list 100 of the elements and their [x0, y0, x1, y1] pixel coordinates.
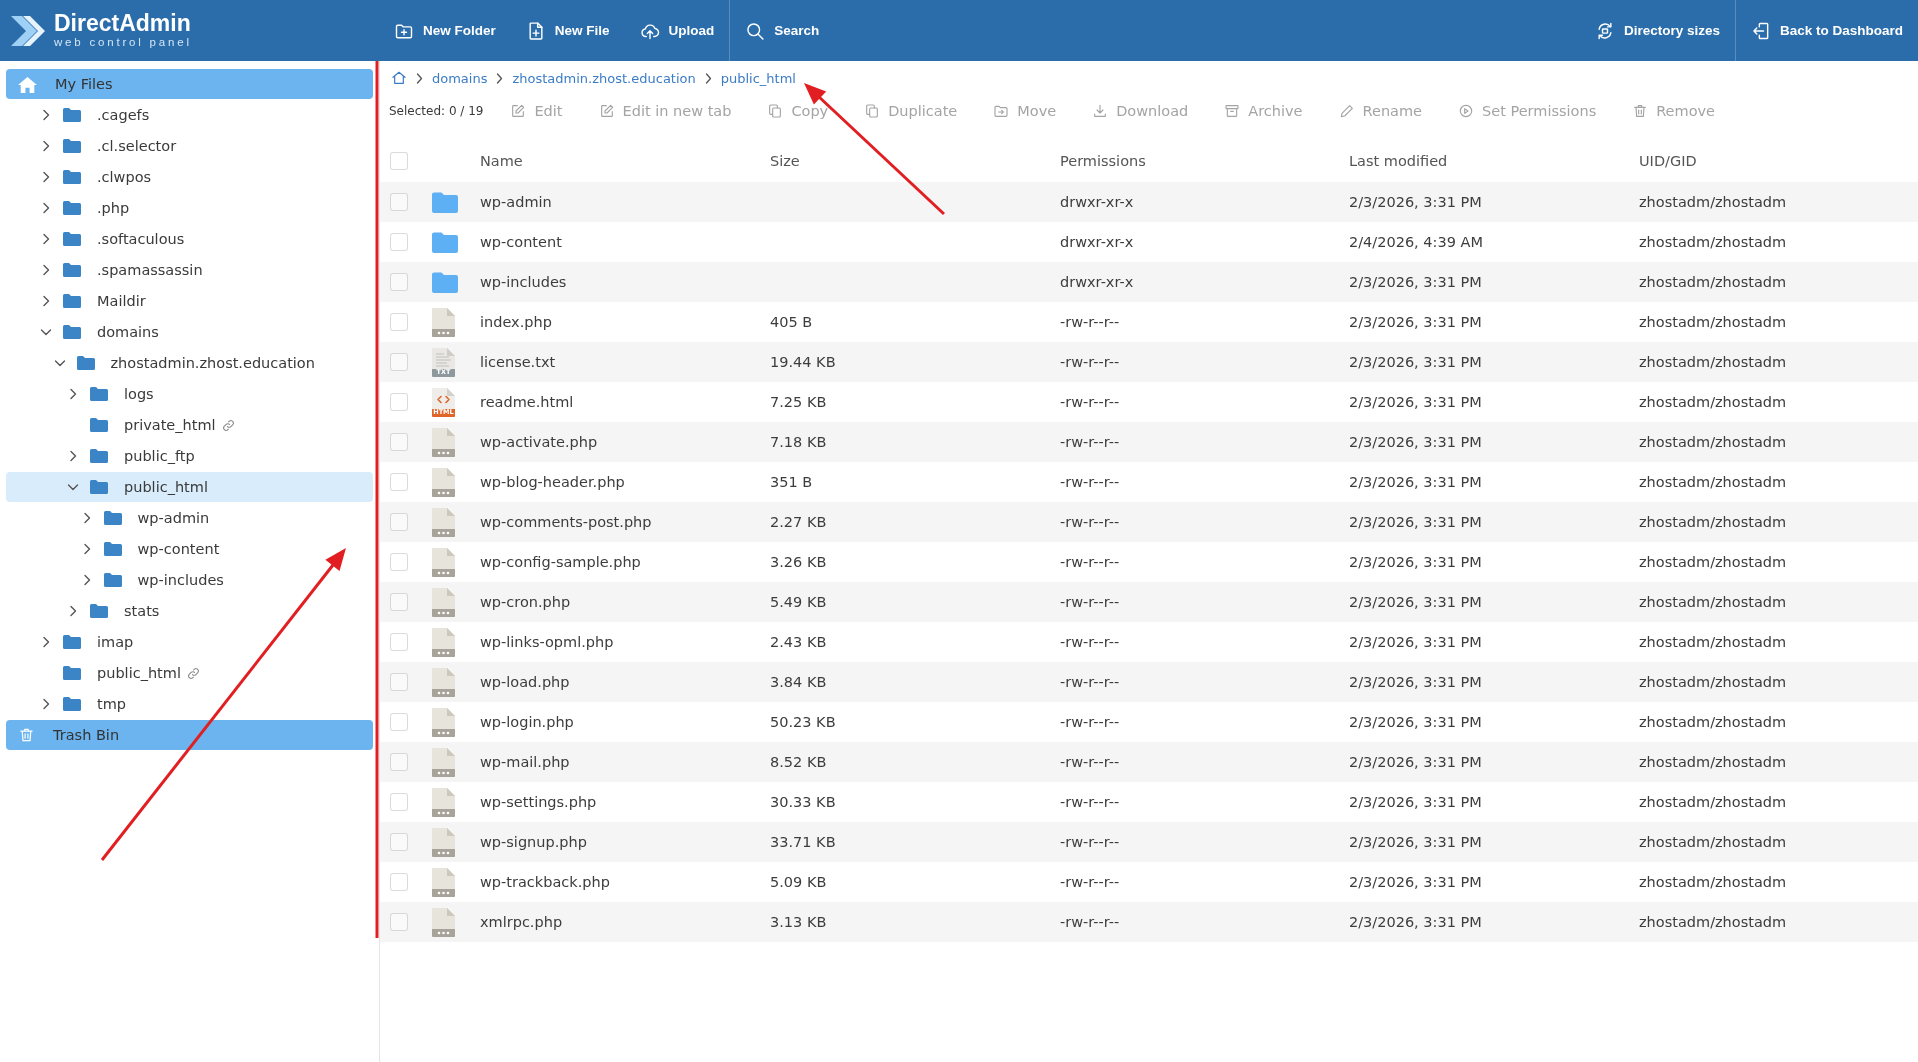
- row-checkbox[interactable]: [390, 593, 408, 611]
- row-checkbox[interactable]: [390, 193, 408, 211]
- table-cell-text: zhostadm/zhostadm: [1639, 914, 1788, 930]
- folder-icon: [63, 697, 81, 711]
- link-icon: [221, 418, 235, 432]
- tree-item[interactable]: imap: [6, 627, 373, 657]
- tree-item[interactable]: Maildir: [6, 286, 373, 316]
- table-cell-text: 2/3/2026, 3:31 PM: [1349, 634, 1483, 650]
- search-button[interactable]: Search: [730, 0, 835, 61]
- row-checkbox[interactable]: [390, 793, 408, 811]
- row-checkbox[interactable]: [390, 673, 408, 691]
- row-checkbox[interactable]: [390, 353, 408, 371]
- file-icon: [432, 427, 455, 457]
- table-cell-text: -rw-r--r--: [1060, 794, 1121, 810]
- tree-item[interactable]: wp-includes: [6, 565, 373, 595]
- chevron-right-icon[interactable]: [40, 202, 52, 214]
- table-cell-text: index.php: [480, 314, 553, 330]
- sidebar-section[interactable]: Trash Bin: [6, 720, 373, 750]
- folder-icon: [432, 271, 458, 293]
- chevron-right-icon[interactable]: [40, 636, 52, 648]
- tree-item[interactable]: stats: [6, 596, 373, 626]
- row-checkbox[interactable]: [390, 473, 408, 491]
- tree-item[interactable]: zhostadmin.zhost.education: [6, 348, 373, 378]
- header-button[interactable]: New File: [510, 0, 625, 61]
- table-cell-text: 3.13 KB: [770, 914, 828, 930]
- table-cell-text: 2/3/2026, 3:31 PM: [1349, 794, 1483, 810]
- row-checkbox[interactable]: [390, 553, 408, 571]
- row-checkbox[interactable]: [390, 633, 408, 651]
- folder-icon: [432, 191, 458, 213]
- tree-item[interactable]: public_html: [6, 472, 373, 502]
- header-button[interactable]: Directory sizes: [1579, 0, 1735, 61]
- home-icon[interactable]: [391, 70, 407, 86]
- breadcrumb-link[interactable]: zhostadmin.zhost.education: [512, 70, 696, 86]
- chevron-right-icon[interactable]: [40, 233, 52, 245]
- chevron-right-icon[interactable]: [67, 388, 79, 400]
- code-file-icon: [432, 387, 455, 417]
- tree-item[interactable]: private_html: [6, 410, 373, 440]
- header-button[interactable]: Back to Dashboard: [1734, 0, 1918, 61]
- tree-item[interactable]: wp-admin: [6, 503, 373, 533]
- tree-item[interactable]: tmp: [6, 689, 373, 719]
- column-header[interactable]: Last modified: [1349, 153, 1639, 169]
- tree-item[interactable]: wp-content: [6, 534, 373, 564]
- chevron-right-icon[interactable]: [40, 698, 52, 710]
- table-cell-text: 2/3/2026, 3:31 PM: [1349, 554, 1483, 570]
- table-cell-text: wp-content: [480, 234, 563, 250]
- chevron-down-icon[interactable]: [40, 326, 52, 338]
- trash-icon: [18, 726, 35, 744]
- row-checkbox[interactable]: [390, 713, 408, 731]
- table-cell-text: 8.52 KB: [770, 754, 828, 770]
- tree-item[interactable]: .spamassassin: [6, 255, 373, 285]
- row-checkbox[interactable]: [390, 833, 408, 851]
- tree-item[interactable]: public_html: [6, 658, 373, 688]
- header-button[interactable]: New Folder: [379, 0, 511, 61]
- breadcrumb-link[interactable]: public_html: [720, 70, 796, 86]
- column-header[interactable]: Name: [480, 153, 770, 169]
- tree-item[interactable]: .cl.selector: [6, 131, 373, 161]
- tree-item[interactable]: public_ftp: [6, 441, 373, 471]
- chevron-right-icon[interactable]: [40, 295, 52, 307]
- column-header[interactable]: Permissions: [1060, 153, 1349, 169]
- table-cell-text: zhostadm/zhostadm: [1639, 874, 1788, 890]
- row-checkbox[interactable]: [390, 873, 408, 891]
- folder-arrow-icon: [993, 103, 1010, 119]
- row-checkbox[interactable]: [390, 313, 408, 331]
- chevron-right-icon[interactable]: [40, 109, 52, 121]
- search-icon: [745, 20, 766, 41]
- table-cell-text: 2/3/2026, 3:31 PM: [1349, 914, 1483, 930]
- tree-item[interactable]: .clwpos: [6, 162, 373, 192]
- trash-icon: [1632, 103, 1649, 119]
- row-checkbox[interactable]: [390, 513, 408, 531]
- tree-item[interactable]: .cagefs: [6, 100, 373, 130]
- table-cell-text: 50.23 KB: [770, 714, 837, 730]
- row-checkbox[interactable]: [390, 433, 408, 451]
- row-checkbox[interactable]: [390, 233, 408, 251]
- header-button[interactable]: Upload: [624, 0, 730, 61]
- tree-item[interactable]: domains: [6, 317, 373, 347]
- edit-icon: [510, 103, 527, 119]
- table-cell-text: 2/3/2026, 3:31 PM: [1349, 834, 1483, 850]
- table-cell-text: wp-login.php: [480, 714, 575, 730]
- tree-item[interactable]: logs: [6, 379, 373, 409]
- select-all-checkbox[interactable]: [390, 152, 408, 170]
- row-checkbox[interactable]: [390, 393, 408, 411]
- table-cell-text: zhostadm/zhostadm: [1639, 714, 1788, 730]
- tree-item[interactable]: .php: [6, 193, 373, 223]
- folder-icon: [63, 108, 81, 122]
- chevron-right-icon[interactable]: [40, 171, 52, 183]
- column-header[interactable]: Size: [770, 153, 1060, 169]
- chevron-right-icon[interactable]: [40, 264, 52, 276]
- chevron-right-icon[interactable]: [67, 605, 79, 617]
- chevron-right-icon[interactable]: [40, 140, 52, 152]
- column-header[interactable]: UID/GID: [1639, 153, 1918, 169]
- tree-item[interactable]: .softaculous: [6, 224, 373, 254]
- row-checkbox[interactable]: [390, 913, 408, 931]
- chevron-down-icon[interactable]: [53, 357, 66, 369]
- chevron-down-icon[interactable]: [67, 481, 79, 493]
- sidebar-section[interactable]: My Files: [6, 69, 373, 99]
- breadcrumb-link[interactable]: domains: [432, 70, 488, 86]
- row-checkbox[interactable]: [390, 753, 408, 771]
- chevron-right-icon[interactable]: [67, 450, 79, 462]
- row-checkbox[interactable]: [390, 273, 408, 291]
- file-icon: [432, 547, 455, 577]
